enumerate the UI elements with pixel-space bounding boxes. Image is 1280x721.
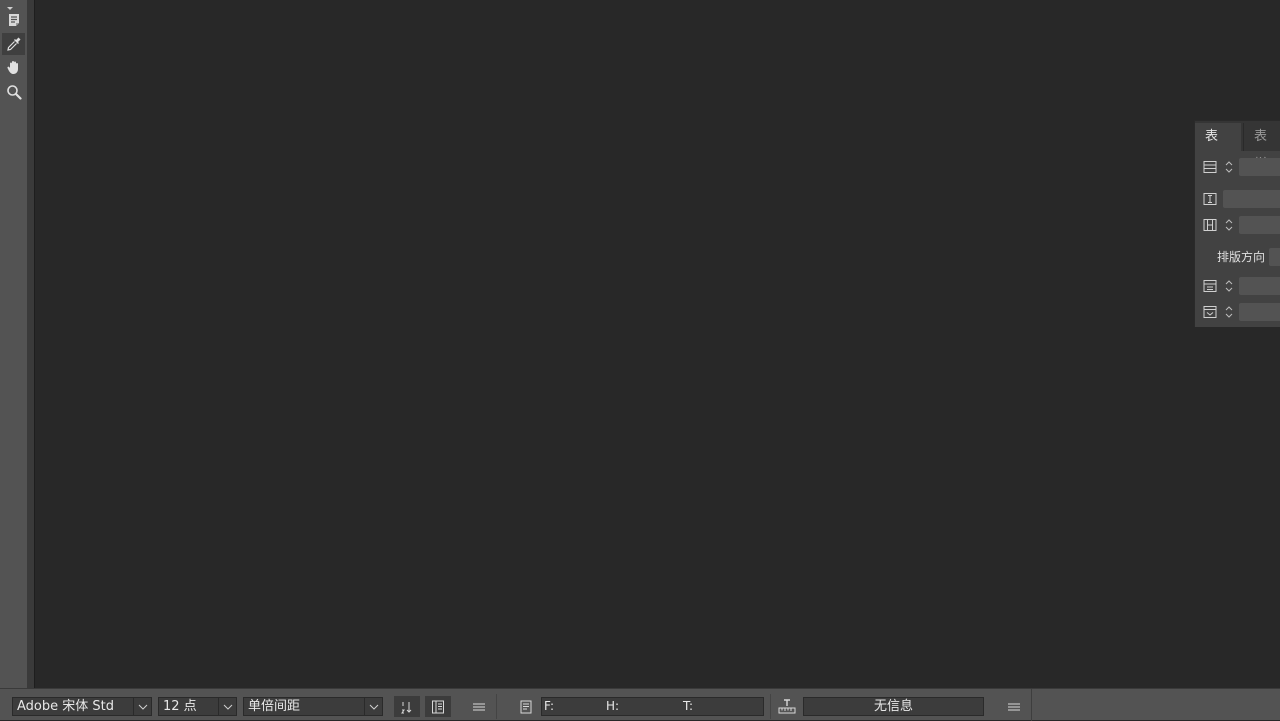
align-menu-button[interactable] [466, 696, 492, 717]
footer-rows-icon [1203, 306, 1217, 318]
story-editor-bar: Adobe 宋体 Std 12 点 单倍间距 F: H: T: 无信息 [0, 688, 1280, 721]
column-layout-button[interactable] [425, 696, 451, 717]
divider [1031, 689, 1032, 721]
font-size-value: 12 点 [163, 699, 197, 714]
document-info-button[interactable] [513, 696, 539, 717]
tools-panel [0, 0, 27, 688]
ruler-button[interactable] [774, 696, 800, 717]
rows-row [1201, 156, 1280, 178]
ruler-icon [778, 698, 796, 713]
row-height-icon [1203, 193, 1217, 205]
tab-table-styles[interactable]: 表样 [1243, 123, 1280, 172]
tab-table[interactable]: 表 [1195, 123, 1241, 151]
divider [496, 694, 497, 719]
f-label: F: [544, 699, 555, 713]
columns-row [1201, 214, 1280, 236]
font-family-select[interactable]: Adobe 宋体 Std [12, 697, 152, 716]
header-rows-field[interactable] [1239, 277, 1280, 295]
font-family-value: Adobe 宋体 Std [17, 699, 114, 714]
note-icon [8, 14, 19, 26]
font-family-dropdown[interactable] [133, 698, 151, 715]
panel-tabs: 表 表样 [1195, 121, 1280, 172]
line-spacing-dropdown[interactable] [364, 698, 382, 715]
chevron-down-icon [138, 704, 147, 710]
columns-field[interactable] [1239, 216, 1280, 234]
line-spacing-select[interactable]: 单倍间距 [243, 697, 383, 716]
columns-stepper-icon[interactable] [1223, 216, 1235, 234]
hand-icon [6, 61, 18, 74]
chevron-down-icon [223, 704, 232, 710]
table-panel: 表 表样 排版方向 [1194, 120, 1280, 327]
toolbar-divider [27, 0, 35, 688]
zoom-tool-button[interactable] [2, 81, 25, 103]
orientation-row: 排版方向 [1201, 246, 1280, 268]
footer-rows-stepper-icon[interactable] [1223, 303, 1235, 321]
note-tool-button[interactable] [2, 9, 25, 31]
menu-lines-icon [1008, 703, 1020, 710]
table-rows-icon [1203, 161, 1217, 173]
header-rows-icon [1203, 280, 1217, 292]
eyedropper-icon [6, 37, 20, 51]
line-spacing-value: 单倍间距 [248, 699, 301, 714]
info-text: 无信息 [873, 699, 913, 714]
footer-rows-row [1201, 301, 1280, 323]
line-numbers-icon [401, 701, 412, 713]
t-label: T: [683, 699, 694, 713]
line-numbers-button[interactable] [394, 696, 420, 717]
divider [770, 694, 771, 719]
font-size-select[interactable]: 12 点 [158, 697, 237, 716]
footer-rows-field[interactable] [1239, 303, 1280, 321]
menu-lines-icon [473, 703, 485, 710]
row-height-row [1201, 188, 1280, 210]
toolbar-grip[interactable] [0, 0, 26, 10]
rows-stepper-icon[interactable] [1223, 158, 1235, 176]
h-label: H: [606, 699, 620, 713]
font-size-dropdown[interactable] [218, 698, 236, 715]
orientation-label: 排版方向 [1217, 250, 1266, 264]
document-canvas[interactable] [35, 0, 1280, 688]
orientation-select[interactable] [1269, 248, 1280, 266]
fht-readout: F: H: T: [541, 697, 764, 716]
rows-field[interactable] [1239, 158, 1280, 176]
panel-menu-button[interactable] [1001, 696, 1027, 717]
eyedropper-tool-button[interactable] [2, 33, 25, 55]
header-rows-row [1201, 275, 1280, 297]
document-lines-icon [520, 700, 532, 713]
page-layout-icon [432, 700, 444, 713]
row-height-field[interactable] [1223, 190, 1280, 208]
table-columns-icon [1203, 219, 1217, 231]
chevron-down-icon [369, 704, 378, 710]
zoom-icon [6, 85, 22, 100]
hand-tool-button[interactable] [2, 56, 25, 78]
info-display: 无信息 [803, 697, 984, 716]
header-rows-stepper-icon[interactable] [1223, 277, 1235, 295]
